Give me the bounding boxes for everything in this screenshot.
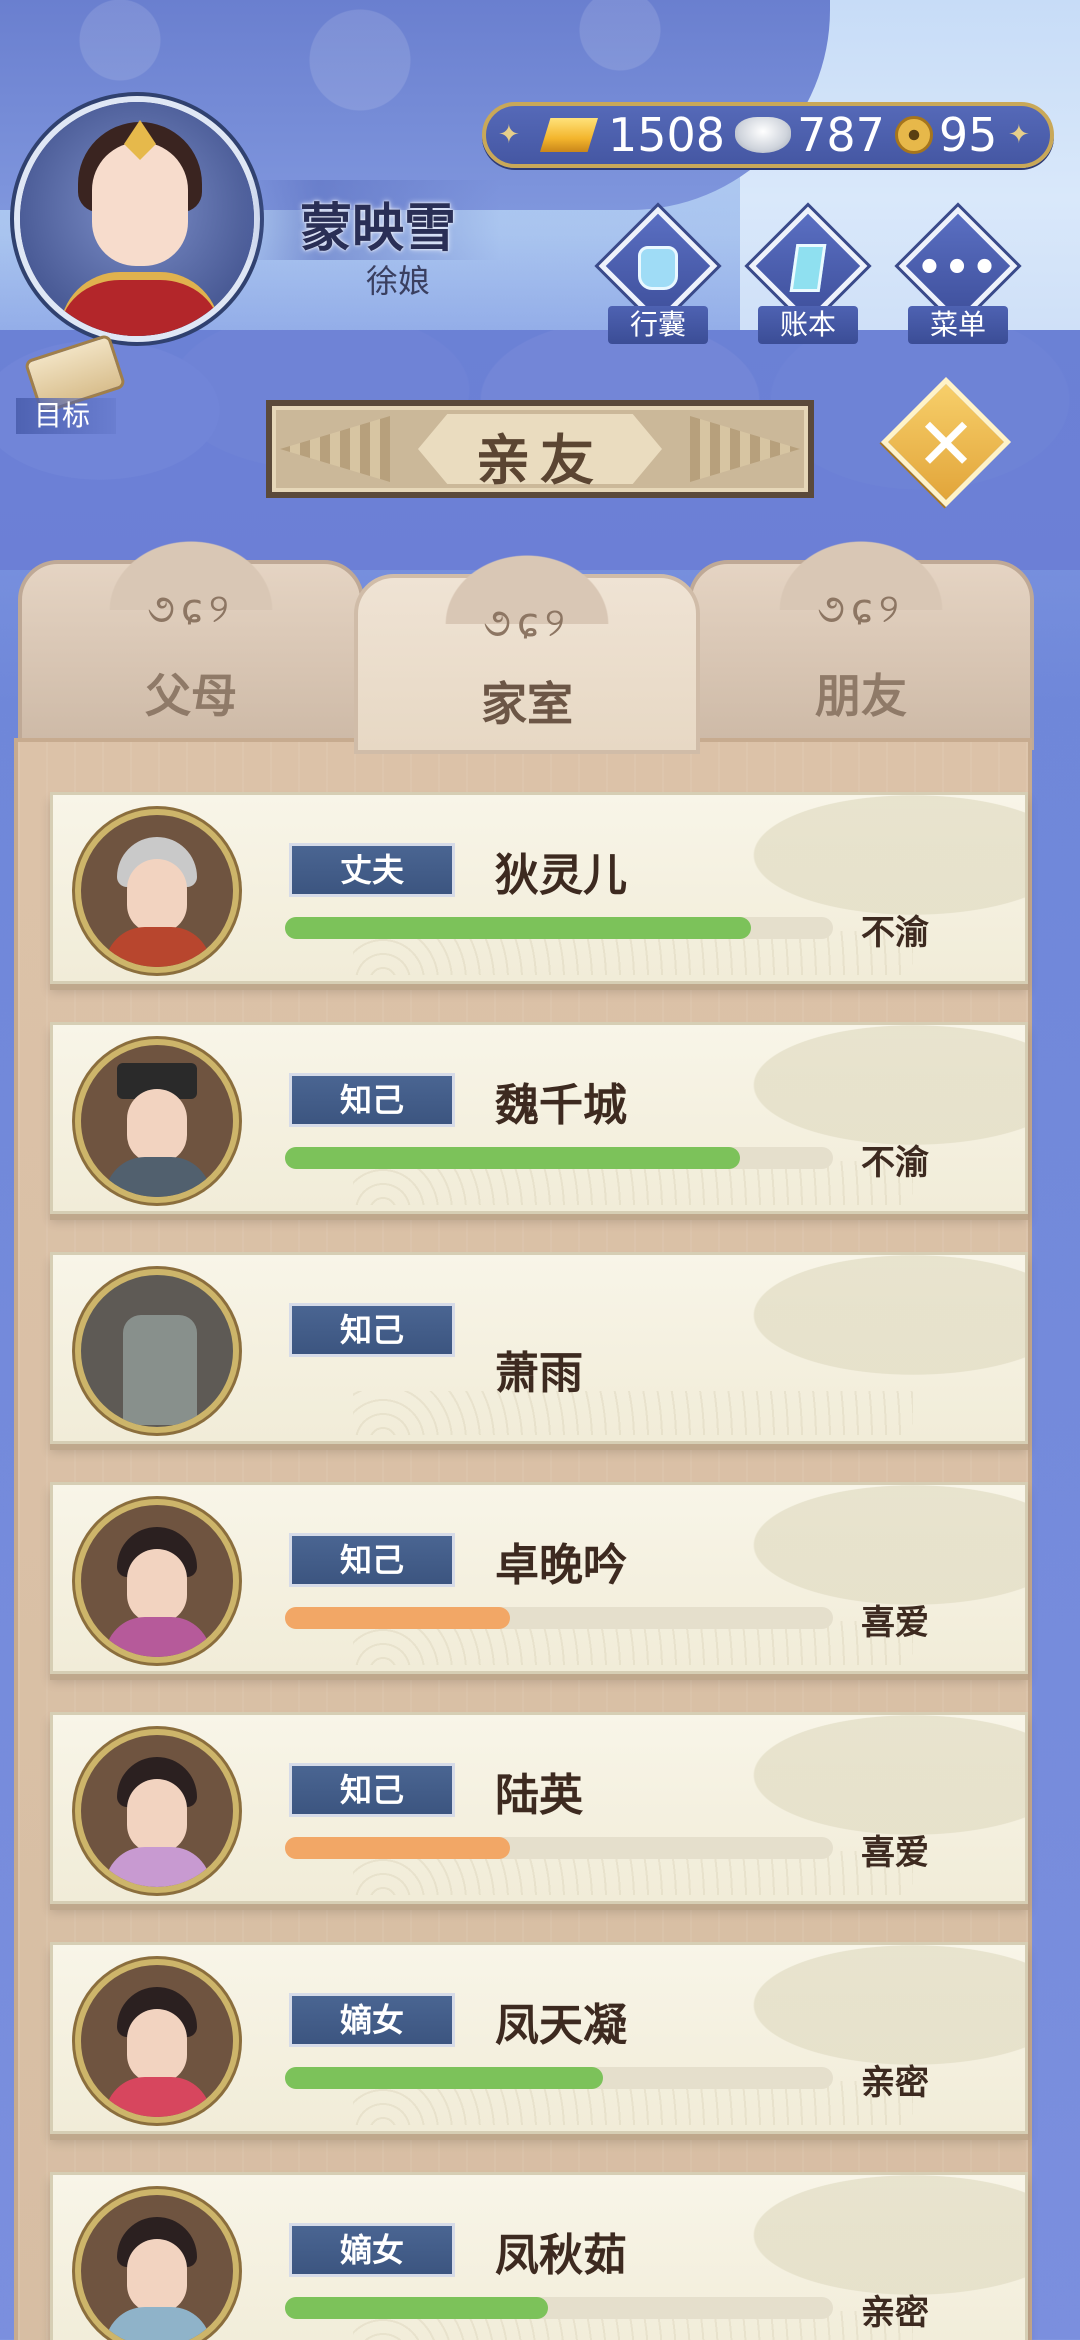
tab-friends[interactable]: ૭ɕ୨ 朋友 [688,530,1034,750]
affinity-bar [285,1607,833,1629]
ledger-label: 账本 [758,306,858,344]
coin-amount: 95 [938,108,998,162]
relation-name: 魏千城 [495,1080,627,1131]
ledger-book-icon [789,244,827,292]
goal-label: 目标 [16,398,116,434]
affinity-fill [285,917,751,939]
affinity-status: 亲密 [861,2293,929,2333]
relation-card[interactable]: 知己 魏千城 不渝 [50,1022,1028,1214]
relation-role: 知己 [289,1303,455,1357]
player-title: 徐娘 [366,262,431,300]
tombstone-portrait-icon [75,1269,239,1433]
ledger-button[interactable]: 账本 [748,206,868,344]
affinity-bar [285,2297,833,2319]
relation-name: 陆英 [495,1770,583,1821]
affinity-fill [285,1837,510,1859]
coin-currency: 95 [894,108,998,162]
silver-ingot-icon [735,117,792,153]
affinity-bar [285,917,833,939]
relation-name: 凤天凝 [495,2000,627,2051]
tab-family[interactable]: ૭ɕ୨ 家室 [354,544,700,754]
silver-amount: 787 [797,108,885,162]
screen-title: 亲友 [476,429,604,492]
relation-card[interactable]: 丈夫 狄灵儿 不渝 [50,792,1028,984]
relation-card[interactable]: 知己 陆英 喜爱 [50,1712,1028,1904]
relation-name: 凤秋茹 [495,2230,627,2281]
cloud-ornament-icon: ૭ɕ୨ [817,586,905,632]
lady-portrait-icon [75,1729,239,1893]
avatar-face [92,142,188,266]
affinity-status: 喜爱 [861,1833,929,1873]
official-portrait-icon [75,1039,239,1203]
relation-role: 知己 [289,1763,455,1817]
elder-portrait-icon [75,809,239,973]
affinity-status: 不渝 [861,913,929,953]
tab-label: 家室 [481,677,573,731]
menu-button[interactable]: ••• 菜单 [898,206,1018,344]
goal-button[interactable]: 目标 [16,333,127,436]
silver-currency: 787 [735,108,885,162]
copper-coin-icon [894,116,933,154]
relation-role: 嫡女 [289,2223,455,2277]
lady-portrait-icon [75,1499,239,1663]
relation-role: 知己 [289,1533,455,1587]
screen-title-banner: 亲友 [266,400,814,498]
relation-name: 狄灵儿 [495,850,627,901]
affinity-fill [285,1607,510,1629]
lady-portrait-icon [75,1959,239,2123]
relation-name: 萧雨 [495,1348,583,1399]
relation-card[interactable]: 嫡女 凤秋茹 亲密 [50,2172,1028,2340]
relation-card[interactable]: 知己 萧雨 [50,1252,1028,1444]
player-name: 蒙映雪 [300,199,457,259]
affinity-bar [285,2067,833,2089]
affinity-fill [285,1147,740,1169]
affinity-fill [285,2297,549,2319]
relation-role: 知己 [289,1073,455,1127]
tab-parents[interactable]: ૭ɕ୨ 父母 [18,530,364,750]
relation-card[interactable]: 知己 卓晚吟 喜爱 [50,1482,1028,1674]
player-avatar[interactable] [14,96,260,342]
affinity-status: 喜爱 [861,1603,929,1643]
affinity-status: 亲密 [861,2063,929,2103]
cloud-ornament-icon: ૭ɕ୨ [483,600,571,646]
relation-name: 卓晚吟 [495,1540,627,1591]
gold-amount: 1508 [608,108,726,162]
gold-ingot-icon [540,118,598,152]
bag-label: 行囊 [608,306,708,344]
more-dots-icon: ••• [916,245,1000,291]
relation-role: 嫡女 [289,1993,455,2047]
tab-label: 朋友 [815,669,907,723]
lady-portrait-icon [75,2189,239,2340]
cloud-ornament-icon: ૭ɕ୨ [147,586,235,632]
relation-card[interactable]: 嫡女 凤天凝 亲密 [50,1942,1028,2134]
relation-role: 丈夫 [289,843,455,897]
affinity-bar [285,1147,833,1169]
affinity-bar [285,1837,833,1859]
affinity-status: 不渝 [861,1143,929,1183]
close-icon[interactable]: ✕ [900,398,992,490]
menu-label: 菜单 [908,306,1008,344]
tab-label: 父母 [145,669,237,723]
affinity-fill [285,2067,603,2089]
bag-button[interactable]: 行囊 [598,206,718,344]
currency-bar: ✦ 1508 787 95 ✦ [482,102,1054,168]
bag-icon [638,246,678,290]
gold-currency: 1508 [540,108,725,162]
bamboo-right-icon: ✦ [1008,120,1030,150]
bamboo-left-icon: ✦ [498,120,520,150]
